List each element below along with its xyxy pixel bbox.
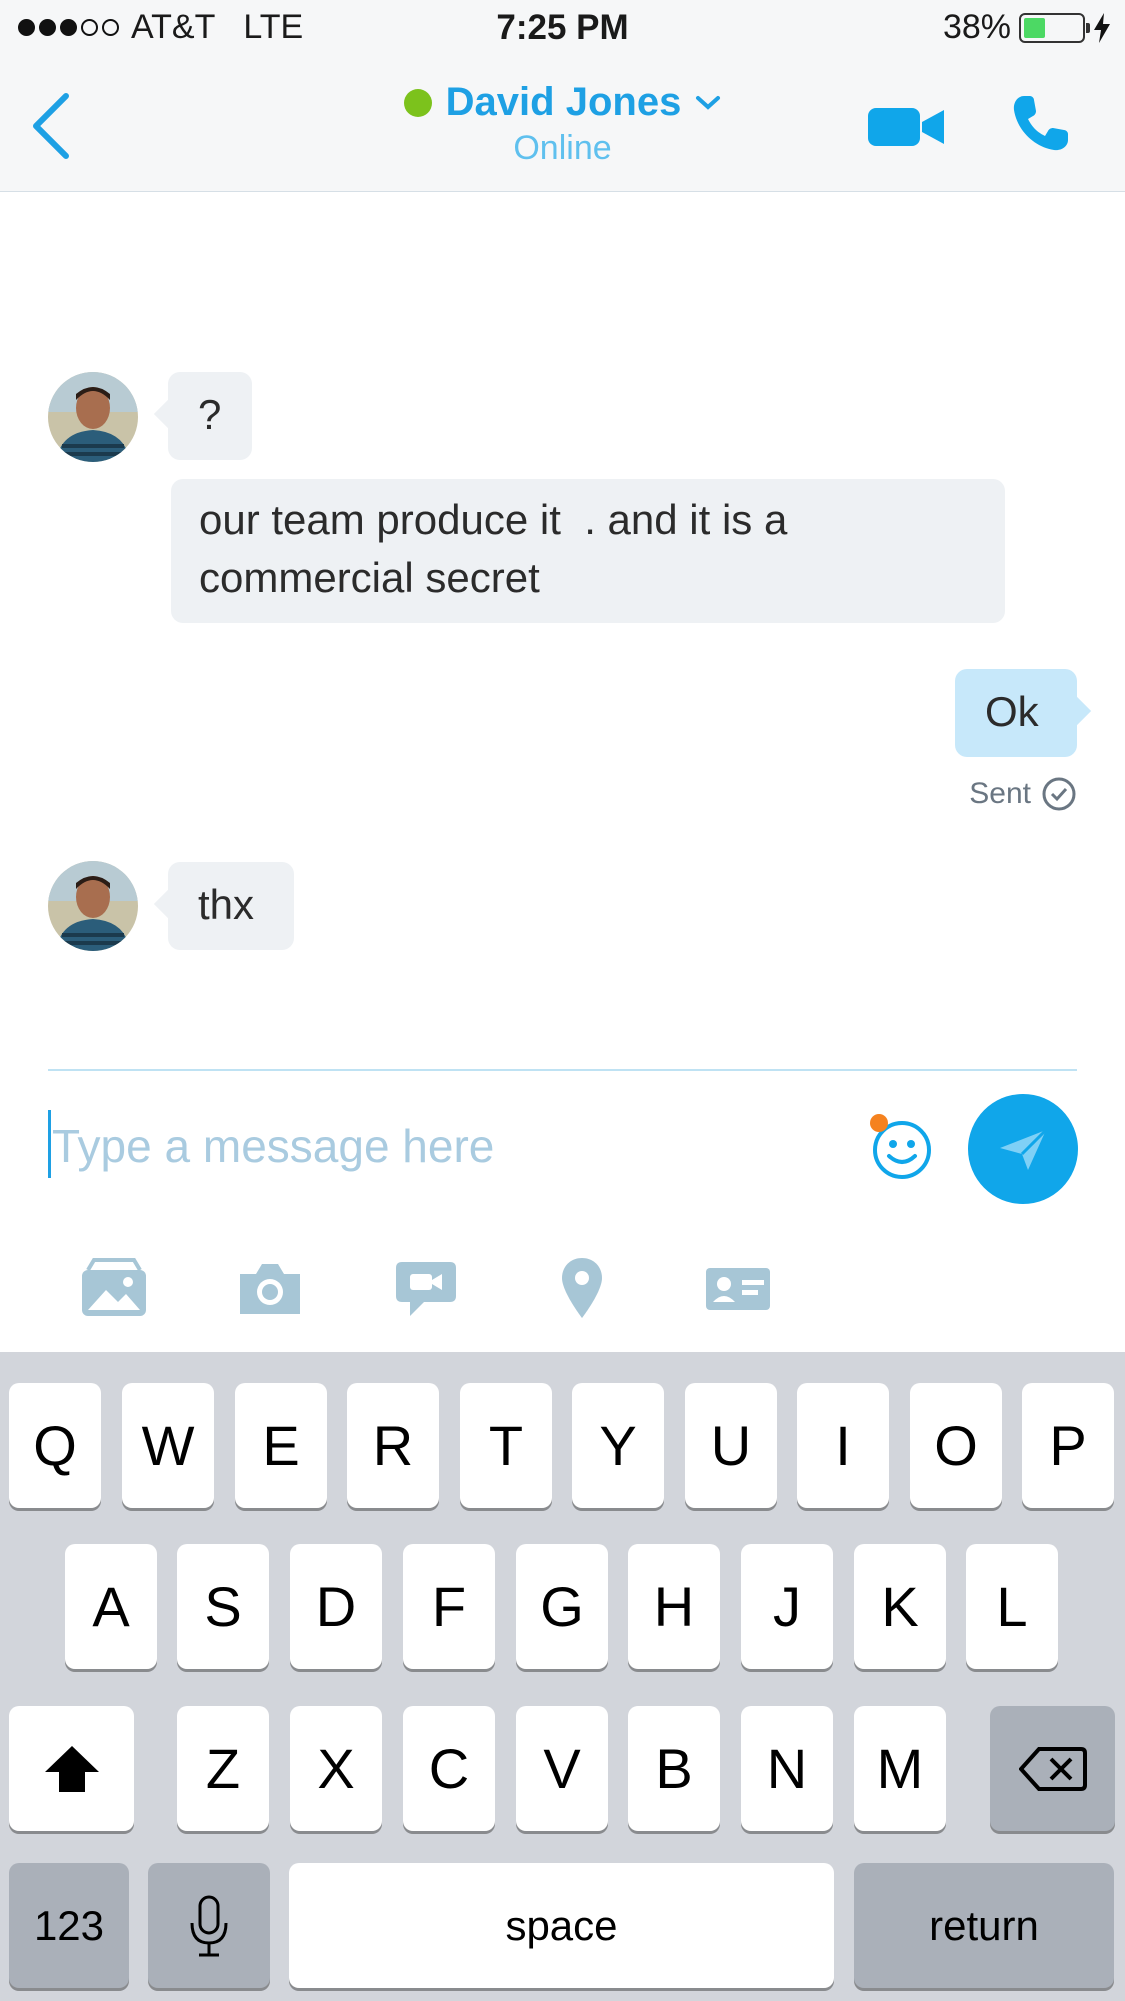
key-j[interactable]: J [741,1544,833,1669]
status-bar: AT&T LTE 7:25 PM 38% [0,0,1125,62]
message-text: ? [198,391,222,438]
chat-header: David Jones Online [0,62,1125,192]
key-c[interactable]: C [403,1706,495,1831]
key-d[interactable]: D [290,1544,382,1669]
video-message-icon[interactable] [394,1256,458,1320]
sent-label: Sent [969,777,1031,810]
key-r[interactable]: R [347,1383,439,1508]
return-key[interactable]: return [854,1863,1114,1988]
key-u[interactable]: U [685,1383,777,1508]
delivery-status: Sent [969,776,1077,812]
message-bubble-incoming[interactable]: thx [168,862,294,950]
shift-arrow-icon [44,1745,99,1792]
message-bubble-incoming[interactable]: our team produce it . and it is a commer… [171,479,1005,623]
message-text: thx [198,881,255,928]
photo-gallery-icon[interactable] [80,1256,148,1320]
message-bubble-incoming[interactable]: ? [168,372,252,460]
charging-bolt-icon [1094,12,1110,43]
microphone-icon [190,1895,228,1956]
key-m[interactable]: M [854,1706,946,1831]
key-g[interactable]: G [516,1544,608,1669]
camera-icon[interactable] [236,1256,304,1320]
key-k[interactable]: K [854,1544,946,1669]
key-t[interactable]: T [460,1383,552,1508]
key-h[interactable]: H [628,1544,720,1669]
keyboard: Q W E R T Y U I O P A S D F G H J K L Z … [0,1352,1125,2001]
shift-key[interactable] [9,1706,134,1831]
key-x[interactable]: X [290,1706,382,1831]
battery-icon [1019,12,1090,43]
space-key[interactable]: space [289,1863,834,1988]
key-b[interactable]: B [628,1706,720,1831]
numbers-key[interactable]: 123 [9,1863,129,1988]
check-circle-icon [1042,777,1076,811]
battery-info: 38% [943,8,1111,47]
video-call-icon[interactable] [866,102,946,152]
presence-indicator [403,88,432,117]
message-bubble-outgoing[interactable]: Ok [955,669,1077,757]
backspace-icon [1018,1746,1087,1791]
contact-status: Online [513,129,612,167]
key-v[interactable]: V [516,1706,608,1831]
message-text-line: our team produce it . and it is a [199,496,788,543]
dictation-key[interactable] [148,1863,270,1988]
message-text: Ok [985,688,1039,735]
contact-title[interactable]: David Jones Online [0,80,1125,168]
chevron-down-icon[interactable] [695,94,721,112]
key-e[interactable]: E [235,1383,327,1508]
key-q[interactable]: Q [9,1383,101,1508]
key-l[interactable]: L [966,1544,1058,1669]
key-o[interactable]: O [910,1383,1002,1508]
message-text-line: shoes. [270,257,394,304]
backspace-key[interactable] [990,1706,1115,1831]
message-input[interactable] [52,1110,832,1182]
key-y[interactable]: Y [572,1383,664,1508]
message-text-line: commercial secret [199,554,540,601]
key-a[interactable]: A [65,1544,157,1669]
key-z[interactable]: Z [177,1706,269,1831]
send-button[interactable] [968,1094,1078,1204]
composer-divider [48,1069,1077,1071]
key-w[interactable]: W [122,1383,214,1508]
location-pin-icon[interactable] [560,1256,604,1320]
key-p[interactable]: P [1022,1383,1114,1508]
send-icon [1000,1128,1048,1170]
contact-avatar[interactable] [48,861,138,951]
contact-avatar[interactable] [48,372,138,462]
battery-percent: 38% [942,8,1011,46]
key-f[interactable]: F [403,1544,495,1669]
contact-card-icon[interactable] [704,1256,772,1320]
notification-dot [870,1114,888,1132]
key-i[interactable]: I [797,1383,889,1508]
key-n[interactable]: N [741,1706,833,1831]
message-text-line: type of inverters do you use for the [270,199,917,246]
phone-icon[interactable] [1010,92,1072,154]
key-s[interactable]: S [177,1544,269,1669]
contact-name[interactable]: David Jones [446,80,682,125]
text-cursor [48,1110,51,1178]
